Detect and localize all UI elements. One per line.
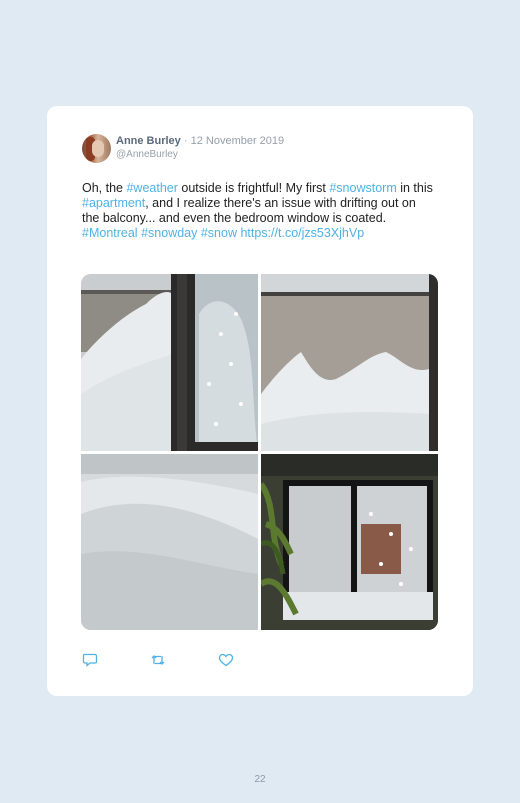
like-icon[interactable] <box>218 653 234 667</box>
tweet-tags-link[interactable]: #snowday <box>141 226 197 240</box>
avatar[interactable] <box>82 134 111 163</box>
tweet-body-text: in this <box>396 181 433 195</box>
author-handle[interactable]: @AnneBurley <box>116 149 178 160</box>
tweet-body-link[interactable]: #weather <box>126 181 177 195</box>
balcony-snow-drift-photo[interactable] <box>81 274 258 451</box>
balcony-wall-snow-photo[interactable] <box>261 274 438 451</box>
tweet-body-text: Oh, the <box>82 181 127 195</box>
author-name[interactable]: Anne Burley <box>116 135 181 147</box>
reply-icon[interactable] <box>82 653 98 667</box>
tweet-text: Oh, the #weather outside is frightful! M… <box>82 181 436 241</box>
photo-grid <box>81 274 438 630</box>
tweet-body-link[interactable]: #snowstorm <box>329 181 396 195</box>
retweet-icon[interactable] <box>150 653 166 667</box>
tweet-date[interactable]: 12 November 2019 <box>191 135 285 147</box>
tweet-card: Anne Burley · 12 November 2019 @AnneBurl… <box>47 106 473 696</box>
page-number: 22 <box>254 774 266 785</box>
tweet-tags-link[interactable]: https://t.co/jzs53XjhVp <box>240 226 364 240</box>
tweet-body-link[interactable]: #apartment <box>82 196 145 210</box>
name-line: Anne Burley · 12 November 2019 <box>116 135 284 147</box>
avatar-face <box>92 140 104 157</box>
bedroom-window-snow-photo[interactable] <box>261 454 438 630</box>
separator: · <box>183 135 188 147</box>
tweet-tags-link[interactable]: #snow <box>201 226 237 240</box>
tweet-tags-link[interactable]: #Montreal <box>82 226 138 240</box>
tweet-body-text: outside is frightful! My first <box>177 181 330 195</box>
snow-surface-photo[interactable] <box>81 454 258 630</box>
